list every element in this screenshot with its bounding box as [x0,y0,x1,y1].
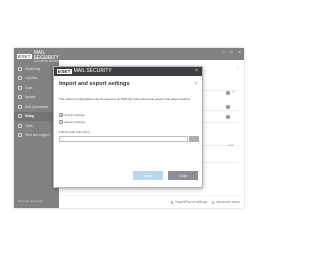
help-icon[interactable]: ? [194,81,197,86]
close-button[interactable]: Close [168,171,198,180]
import-settings-option[interactable]: Import settings [59,113,85,117]
import-button[interactable]: Import [133,171,163,180]
export-settings-radio[interactable] [59,120,63,124]
eset-logo-mark: ESET [57,69,72,74]
dialog-heading: Import and export settings [59,81,130,87]
radio-label: Import settings [64,113,85,117]
export-settings-option[interactable]: Export settings [59,120,85,124]
import-export-dialog: ESET MAIL SECURITY × Import and export s… [53,66,203,188]
dialog-title-bar: ESET MAIL SECURITY × [54,67,202,76]
radio-label: Export settings [64,120,86,124]
close-icon[interactable]: × [195,68,198,74]
file-path-label: Full file path with name: [59,130,91,134]
file-path-input[interactable] [59,136,188,142]
dialog-description: The current configuration can be saved t… [59,97,191,101]
browse-button[interactable]: ... [189,136,199,142]
import-settings-radio[interactable] [59,113,63,117]
product-name: MAIL SECURITY [73,68,112,74]
dialog-logo: ESET MAIL SECURITY [57,69,112,74]
